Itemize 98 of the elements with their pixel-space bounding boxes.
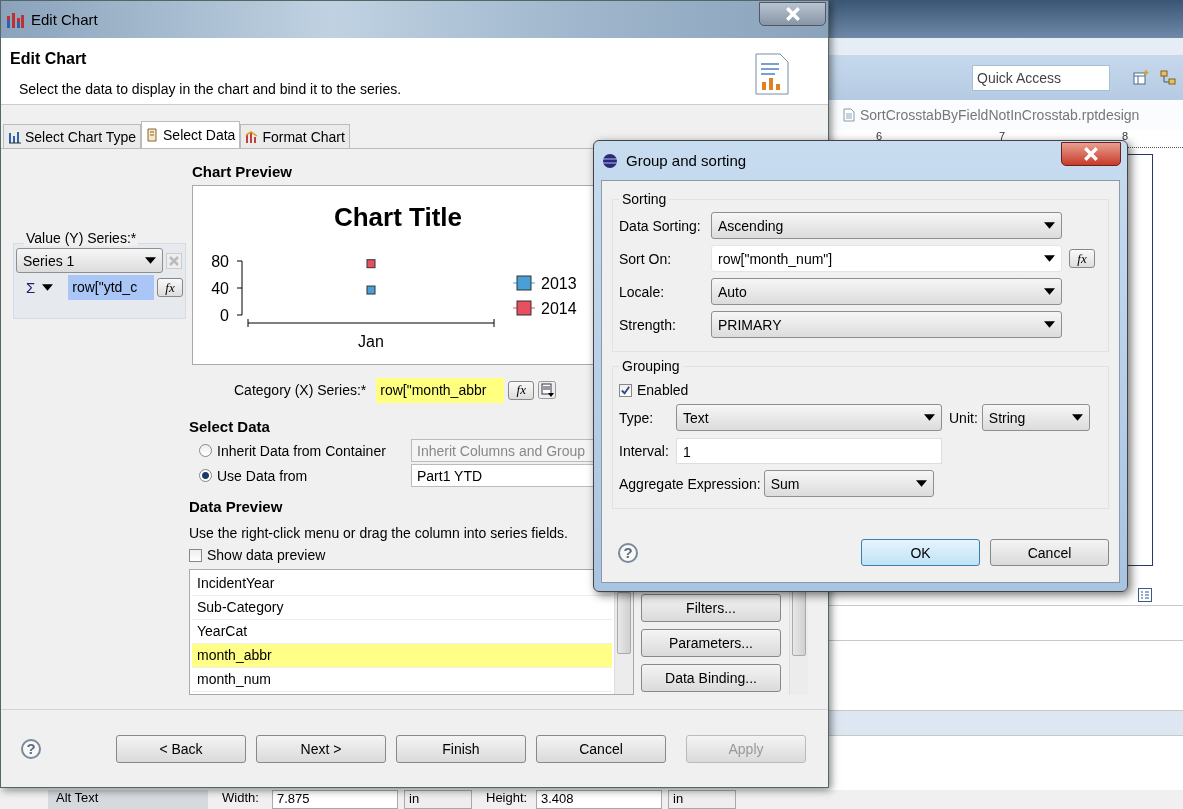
help-icon[interactable]: ?: [21, 738, 41, 759]
data-button[interactable]: Parameters...: [641, 629, 781, 657]
ruler-label: 6: [876, 130, 884, 142]
editor-tab[interactable]: SortCrosstabByFieldNotInCrosstab.rptdesign: [860, 107, 1140, 123]
dropdown[interactable]: PRIMARY: [711, 311, 1062, 338]
checkbox[interactable]: [189, 548, 202, 562]
caret-icon: [1044, 321, 1055, 328]
caret-icon: [924, 414, 935, 421]
radio-button[interactable]: [199, 469, 212, 482]
group-label: Sorting: [621, 191, 668, 207]
data-button[interactable]: Data Binding...: [641, 664, 781, 692]
chart-document-icon: [752, 52, 792, 96]
axis-label: 0: [220, 307, 229, 324]
dropdown[interactable]: Auto: [711, 278, 1062, 305]
field-label: Sort On:: [619, 250, 673, 267]
ruler-label: 8: [1122, 130, 1130, 142]
wizard-button[interactable]: Next >: [256, 734, 386, 763]
data-button[interactable]: Filters...: [641, 594, 781, 622]
value-series-label: Value (Y) Series:*: [24, 230, 139, 246]
expression-field[interactable]: row["ytd_c: [68, 275, 155, 300]
dropdown[interactable]: Text: [676, 404, 942, 431]
section-heading: Select Data: [189, 418, 270, 437]
legend-label: 2014: [541, 300, 577, 317]
close-button[interactable]: [1061, 142, 1121, 166]
dropdown[interactable]: Ascending: [711, 212, 1062, 239]
axis-label: Jan: [358, 333, 384, 350]
bar-chart-icon: [8, 129, 22, 144]
dialog-button[interactable]: OK: [861, 539, 980, 566]
hint-text: Use the right-click menu or drag the column into series fields.: [189, 525, 569, 541]
quick-access-field[interactable]: Quick Access: [972, 64, 1110, 91]
unit-dropdown[interactable]: in: [404, 790, 472, 809]
checkbox[interactable]: [619, 383, 632, 397]
help-icon[interactable]: ?: [618, 542, 638, 563]
checkbox-label[interactable]: Show data preview: [207, 547, 326, 563]
report-file-icon: [843, 108, 855, 122]
grid-icon[interactable]: [1138, 588, 1152, 602]
chart-palette-icon: [245, 129, 260, 144]
aggregate-symbol[interactable]: Σ: [26, 279, 36, 296]
wizard-button[interactable]: Finish: [396, 734, 526, 763]
close-icon: [1083, 147, 1099, 161]
axis-label: 40: [211, 280, 229, 297]
dropdown[interactable]: Sum: [763, 470, 934, 497]
caret-icon: [1044, 222, 1055, 229]
wizard-title: Edit Chart: [10, 50, 88, 68]
caret-icon: [915, 480, 927, 487]
field-label: Locale:: [619, 283, 666, 300]
hierarchy-icon[interactable]: [1160, 68, 1178, 87]
caret-icon: [1071, 414, 1083, 421]
axis-label: 80: [211, 253, 229, 270]
field-label: Type:: [619, 409, 655, 426]
expression-builder-button[interactable]: fx: [1069, 249, 1095, 268]
section-heading: Data Preview: [189, 498, 283, 517]
dropdown[interactable]: String: [981, 404, 1090, 431]
field-label: Strength:: [619, 316, 677, 333]
column-list-item[interactable]: Sub-Category: [192, 596, 612, 620]
close-icon: [784, 7, 801, 21]
property-list-item[interactable]: Alt Text: [48, 790, 208, 809]
column-list-item[interactable]: month_abbr: [192, 644, 612, 668]
category-series-label: Category (X) Series:*: [234, 382, 367, 398]
interval-field[interactable]: 1: [676, 437, 942, 464]
wizard-description: Select the data to display in the chart and bind it to the series.: [19, 81, 402, 97]
width-field[interactable]: 7.875: [272, 790, 398, 809]
section-heading: Chart Preview: [192, 163, 293, 182]
dialog-title: Group and sorting: [626, 152, 747, 169]
wizard-tab[interactable]: Format Chart: [240, 124, 350, 148]
list-dropdown-icon[interactable]: [538, 381, 557, 399]
caret-icon: [1044, 288, 1055, 295]
group-label: Grouping: [621, 358, 681, 374]
column-list-item[interactable]: month_num: [192, 668, 612, 692]
caret-icon: [1044, 255, 1055, 262]
radio-label[interactable]: Use Data from: [217, 467, 411, 484]
caret-icon[interactable]: [42, 284, 54, 291]
wizard-button[interactable]: Cancel: [536, 734, 666, 763]
unit-dropdown[interactable]: in: [668, 790, 736, 809]
caret-icon: [145, 257, 156, 264]
field-label: Data Sorting:: [619, 217, 702, 234]
new-window-icon[interactable]: [1132, 68, 1150, 87]
expression-builder-button[interactable]: fx: [157, 278, 183, 297]
chart-title: Chart Title: [333, 202, 463, 232]
height-label: Height:: [486, 790, 529, 805]
expression-dropdown[interactable]: row["month_num"]: [711, 245, 1062, 272]
expression-builder-button[interactable]: fx: [508, 380, 535, 400]
legend-label: 2013: [541, 275, 577, 292]
field-label: Unit:: [949, 409, 978, 426]
y-axis: [236, 260, 243, 316]
wizard-tab[interactable]: Select Chart Type: [3, 124, 142, 148]
wizard-tab[interactable]: Select Data: [141, 121, 241, 148]
wizard-button[interactable]: < Back: [116, 734, 246, 763]
dialog-button[interactable]: Cancel: [990, 539, 1109, 566]
close-button[interactable]: [759, 2, 826, 26]
series-dropdown[interactable]: Series 1: [16, 248, 163, 273]
width-label: Width:: [222, 790, 260, 805]
window-title: Edit Chart: [31, 11, 98, 28]
globe-icon: [602, 152, 618, 169]
height-field[interactable]: 3.408: [536, 790, 662, 809]
expression-field[interactable]: row["month_abbr: [376, 377, 505, 403]
checkbox-label[interactable]: Enabled: [637, 382, 689, 398]
ruler-label: 7: [999, 130, 1007, 142]
